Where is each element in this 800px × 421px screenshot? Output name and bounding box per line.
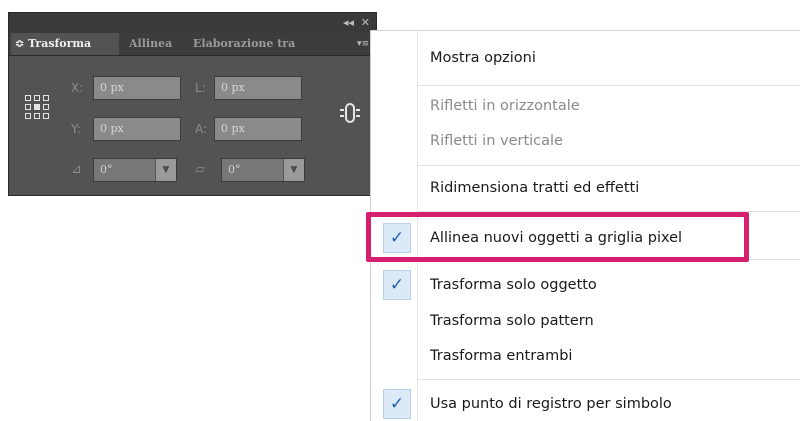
menu-item-mostra-opzioni[interactable]: Mostra opzioni [430,48,536,68]
tab-trasforma[interactable]: ≎ Trasforma [11,33,119,55]
menu-item-usa-punto-registro[interactable]: Usa punto di registro per simbolo [430,394,672,414]
shear-dropdown-icon[interactable]: ▼ [283,159,304,181]
rotate-combo[interactable]: 0° ▼ [93,158,177,182]
width-field[interactable]: 0 px [214,76,302,100]
height-field[interactable]: 0 px [214,117,302,141]
highlight-callout-box [366,212,749,262]
checkmark-icon: ✓ [383,270,411,300]
collapse-panel-icon[interactable]: ◂◂ [343,15,354,31]
height-label: A: [195,122,208,136]
shear-value: 0° [228,163,241,176]
tab-elaborazione-tracciati[interactable]: Elaborazione tra [193,33,321,55]
checkmark-icon: ✓ [383,389,411,419]
menu-item-ridimensiona-tratti[interactable]: Ridimensiona tratti ed effetti [430,178,639,198]
menu-item-trasforma-entrambi[interactable]: Trasforma entrambi [430,346,572,366]
panel-menu-button[interactable]: ▾≡ [356,37,370,51]
shear-combo[interactable]: 0° ▼ [221,158,305,182]
menu-separator [417,165,800,166]
transform-panel: ◂◂ ✕ ≎ Trasforma Allinea Elaborazione tr… [8,12,377,196]
shear-angle-icon: ▱ [195,162,205,177]
tab-allinea[interactable]: Allinea [129,33,185,55]
rotate-value: 0° [100,163,113,176]
menu-item-trasforma-solo-pattern[interactable]: Trasforma solo pattern [430,311,594,331]
menu-separator [417,85,800,86]
rotate-angle-icon: ⊿ [71,162,82,177]
menu-item-rifletti-orizzontale[interactable]: Rifletti in orizzontale [430,96,580,116]
y-label: Y: [71,122,81,136]
rotate-dropdown-icon[interactable]: ▼ [155,159,176,181]
x-label: X: [71,81,84,95]
menu-item-rifletti-verticale[interactable]: Rifletti in verticale [430,131,563,151]
menu-separator [417,379,800,380]
panel-title-bar[interactable]: ◂◂ ✕ [9,13,376,33]
reference-point-locator[interactable] [25,95,49,119]
y-field[interactable]: 0 px [93,117,181,141]
close-panel-icon[interactable]: ✕ [361,15,370,31]
panel-tab-strip: ≎ Trasforma Allinea Elaborazione tra ▾≡ [9,33,376,56]
menu-item-trasforma-solo-oggetto[interactable]: Trasforma solo oggetto [430,275,597,295]
x-field[interactable]: 0 px [93,76,181,100]
link-proportions-icon[interactable] [339,101,361,125]
width-label: L: [195,81,206,95]
